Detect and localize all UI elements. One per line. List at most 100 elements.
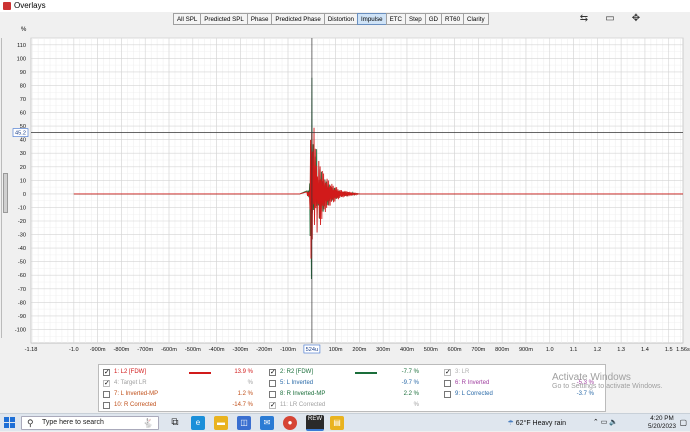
y-tick-label: 80 bbox=[20, 83, 26, 89]
legend-checkbox[interactable] bbox=[103, 402, 110, 409]
tray-icons[interactable]: ⌃ ▭ 🔈 bbox=[593, 418, 618, 426]
chevron-up-icon: ⌃ bbox=[592, 419, 599, 426]
windows-start-icon[interactable] bbox=[4, 417, 15, 428]
x-tick-label: -300m bbox=[232, 347, 248, 353]
search-icon: ⚲ bbox=[27, 418, 34, 428]
taskbar-search-box[interactable]: ⚲ Type here to search 🐇 bbox=[21, 416, 159, 430]
clock-date: 5/20/2023 bbox=[647, 423, 676, 430]
legend-value: -9.7 % bbox=[401, 380, 419, 386]
legend-label[interactable]: 4: Target LR bbox=[114, 378, 147, 389]
legend-label[interactable]: 8: R Inverted-MP bbox=[280, 389, 325, 400]
legend-checkbox[interactable] bbox=[103, 378, 110, 389]
legend-checkbox[interactable] bbox=[269, 367, 276, 378]
legend-item: 5: L Inverted -9.7 % bbox=[269, 378, 429, 389]
legend-label[interactable]: 9: L Corrected bbox=[455, 389, 493, 400]
x-tick-label: -800m bbox=[113, 347, 129, 353]
legend-checkbox[interactable] bbox=[444, 380, 451, 387]
legend-checkbox[interactable] bbox=[269, 400, 276, 411]
impulse-chart[interactable]: -1.18 -1.0 -900m -800m -700m -600m -500m -400m -… bbox=[0, 0, 690, 362]
x-tick-label: -500m bbox=[185, 347, 201, 353]
legend-item: 9: L Corrected -3.7 % bbox=[444, 389, 604, 400]
legend-label[interactable]: 3: LR bbox=[455, 367, 469, 378]
speaker-icon: 🔈 bbox=[609, 419, 618, 426]
legend-item: 10: R Corrected -14.7 % bbox=[103, 400, 263, 411]
chrome-icon[interactable]: ● bbox=[283, 416, 297, 430]
legend-item: 11: LR Corrected% bbox=[269, 400, 429, 411]
legend-value: % bbox=[247, 380, 253, 386]
legend-label[interactable]: 7: L Inverted-MP bbox=[114, 389, 158, 400]
x-tick-label: 400m bbox=[400, 347, 414, 353]
legend-checkbox[interactable] bbox=[103, 391, 110, 398]
x-tick-label: 100m bbox=[329, 347, 343, 353]
weather-text: 62°F Heavy rain bbox=[515, 420, 566, 427]
y-tick-label: 40 bbox=[20, 138, 26, 144]
network-icon: ▭ bbox=[600, 419, 608, 426]
weather-widget[interactable]: ☂ 62°F Heavy rain bbox=[508, 419, 567, 427]
legend-label[interactable]: 11: LR Corrected bbox=[280, 400, 325, 411]
legend-value: -7.7 % bbox=[401, 369, 419, 375]
x-tick-label: 300m bbox=[376, 347, 390, 353]
rain-icon: ☂ bbox=[507, 420, 514, 427]
x-tick-label: 1.5 bbox=[665, 347, 673, 353]
y-tick-label: 110 bbox=[17, 43, 26, 49]
legend-value: -3.7 % bbox=[576, 391, 594, 397]
store-icon[interactable]: ◫ bbox=[237, 416, 251, 430]
y-tick-label: -40 bbox=[18, 246, 26, 252]
legend-value: -14.7 % bbox=[232, 402, 253, 408]
y-tick-label: 90 bbox=[20, 70, 26, 76]
legend-label[interactable]: 1: L2 [FDW] bbox=[114, 367, 146, 378]
rew-icon[interactable]: REW bbox=[306, 415, 324, 431]
system-tray: ☂ 62°F Heavy rain ⌃ ▭ 🔈 4:20 PM 5/20/202… bbox=[490, 414, 690, 432]
x-tick-label: -1.0 bbox=[69, 347, 79, 353]
x-tick-label: -200m bbox=[256, 347, 272, 353]
legend-item: 1: L2 [FDW] 13.9 % bbox=[103, 367, 263, 378]
file-explorer-icon[interactable]: ▬ bbox=[214, 416, 228, 430]
legend-checkbox[interactable] bbox=[269, 391, 276, 398]
legend-line-swatch bbox=[355, 372, 377, 374]
legend-checkbox[interactable] bbox=[103, 367, 110, 378]
clock-time: 4:20 PM bbox=[650, 415, 674, 422]
legend-item: 7: L Inverted-MP 1.2 % bbox=[103, 389, 263, 400]
taskbar: ⚲ Type here to search 🐇 ⧉ e ▬ ◫ ✉ ● ◆ RE… bbox=[0, 413, 690, 431]
search-placeholder: Type here to search bbox=[42, 419, 104, 426]
legend-checkbox[interactable] bbox=[444, 367, 451, 378]
y-tick-label: -30 bbox=[18, 233, 26, 239]
cursor-x-label: 524u bbox=[306, 347, 318, 353]
legend-value: 2.2 % bbox=[403, 391, 419, 397]
y-tick-label: 100 bbox=[17, 56, 26, 62]
x-tick-label: -1.18 bbox=[25, 347, 38, 353]
legend-value: 13.9 % bbox=[234, 369, 253, 375]
x-tick-label: 800m bbox=[495, 347, 509, 353]
mail-icon[interactable]: ✉ bbox=[260, 416, 274, 430]
y-tick-label: -80 bbox=[18, 300, 26, 306]
activate-windows-watermark: Activate Windows Go to Settings to activ… bbox=[552, 372, 663, 390]
edge-icon[interactable]: e bbox=[191, 416, 205, 430]
legend-checkbox[interactable] bbox=[269, 380, 276, 387]
x-tick-label: 1.56s bbox=[676, 347, 690, 353]
legend-label[interactable]: 10: R Corrected bbox=[114, 400, 156, 411]
legend-item: 2: R2 [FDW] -7.7 % bbox=[269, 367, 429, 378]
y-tick-label: 0 bbox=[23, 192, 26, 198]
legend-item: 8: R Inverted-MP 2.2 % bbox=[269, 389, 429, 400]
watermark-line1: Activate Windows bbox=[552, 372, 631, 383]
y-tick-label: -60 bbox=[18, 273, 26, 279]
task-view-icon[interactable]: ⧉ bbox=[168, 416, 182, 430]
legend-checkbox[interactable] bbox=[444, 391, 451, 398]
x-tick-label: -600m bbox=[161, 347, 177, 353]
y-tick-label: 30 bbox=[20, 151, 26, 157]
y-tick-label: -50 bbox=[18, 260, 26, 266]
clock[interactable]: 4:20 PM 5/20/2023 bbox=[648, 415, 676, 431]
y-tick-label: 60 bbox=[20, 111, 26, 117]
y-tick-label: 10 bbox=[20, 178, 26, 184]
notification-icon[interactable]: ▢ bbox=[679, 418, 687, 427]
x-tick-label: 1.4 bbox=[641, 347, 649, 353]
x-tick-label: 900m bbox=[519, 347, 533, 353]
legend-label[interactable]: 6: R Inverted bbox=[455, 378, 489, 389]
explorer-icon[interactable]: ▤ bbox=[330, 416, 344, 430]
y-tick-label: -70 bbox=[18, 287, 26, 293]
x-tick-label: -400m bbox=[209, 347, 225, 353]
y-tick-label: -20 bbox=[18, 219, 26, 225]
legend-label[interactable]: 5: L Inverted bbox=[280, 378, 313, 389]
y-tick-label: 20 bbox=[20, 165, 26, 171]
legend-label[interactable]: 2: R2 [FDW] bbox=[280, 367, 313, 378]
